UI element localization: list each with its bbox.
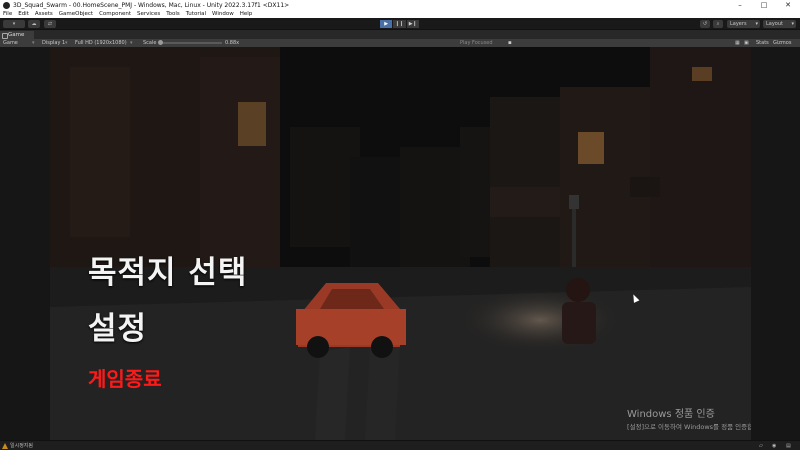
layers-dropdown[interactable]: Layers xyxy=(727,20,760,28)
step-button[interactable]: ▶❙ xyxy=(406,20,419,28)
display-chevron-icon: ▾ xyxy=(65,40,68,46)
collab-button[interactable]: ⇄ xyxy=(44,20,56,28)
resolution-dropdown[interactable]: Full HD (1920x1080) xyxy=(75,39,127,47)
menu-tools[interactable]: Tools xyxy=(166,11,180,17)
warning-icon xyxy=(2,443,8,449)
game-view-toolbar: Game ▾ Display 1 ▾ Full HD (1920x1080) ▾… xyxy=(0,39,800,47)
scale-slider-handle[interactable] xyxy=(158,40,163,45)
windows-activation-watermark: Windows 정품 인증 [설정]으로 이동하여 Windows를 정품 인증… xyxy=(627,405,751,431)
play-focused-dropdown[interactable]: Play Focused xyxy=(460,39,493,47)
frame-debugger-icon[interactable]: ▦ xyxy=(735,39,740,47)
unity-logo-icon xyxy=(3,1,10,9)
title-bar: 3D_Squad_Swarm - 00.HomeScene_PMJ - Wind… xyxy=(0,0,800,10)
status-bar: 일시정지됨 ▱ ◉ ▤ xyxy=(0,440,800,450)
menu-edit[interactable]: Edit xyxy=(18,11,29,17)
step-icon: ▶❙ xyxy=(408,21,417,27)
account-button[interactable]: ▾ xyxy=(3,20,25,28)
gizmos-button[interactable]: Gizmos xyxy=(773,39,791,47)
minimize-button[interactable]: – xyxy=(728,0,752,10)
mute-audio-icon[interactable]: ◾ xyxy=(508,39,512,47)
pause-button[interactable]: ❙❙ xyxy=(393,20,406,28)
pause-icon: ❙❙ xyxy=(395,21,404,27)
maximize-button[interactable]: □ xyxy=(752,0,776,10)
search-icon: ⌕ xyxy=(716,21,720,27)
quit-game-button[interactable]: 게임종료 xyxy=(88,363,162,392)
status-message: 일시정지됨 xyxy=(10,443,34,449)
collab-icon: ⇄ xyxy=(47,21,53,27)
menu-tutorial[interactable]: Tutorial xyxy=(186,11,206,17)
close-button[interactable]: ✕ xyxy=(776,0,800,10)
main-toolbar: ▾ ☁ ⇄ ▶ ❙❙ ▶❙ ↺ ⌕ Layers Layout xyxy=(0,18,800,30)
menu-component[interactable]: Component xyxy=(99,11,131,17)
window-title: 3D_Squad_Swarm - 00.HomeScene_PMJ - Wind… xyxy=(13,1,290,9)
menu-help[interactable]: Help xyxy=(240,11,253,17)
stats-button[interactable]: Stats xyxy=(756,39,769,47)
menu-assets[interactable]: Assets xyxy=(35,11,53,17)
mode-dropdown[interactable]: Game xyxy=(3,39,18,47)
menu-gameobject[interactable]: GameObject xyxy=(59,11,93,17)
menu-bar: File Edit Assets GameObject Component Se… xyxy=(0,10,800,18)
history-icon: ↺ xyxy=(702,21,708,27)
maximize-view-icon[interactable]: ▣ xyxy=(744,39,749,47)
layout-dropdown[interactable]: Layout xyxy=(763,20,796,28)
cloud-button[interactable]: ☁ xyxy=(28,20,40,28)
mode-chevron-icon: ▾ xyxy=(32,40,35,46)
resolution-chevron-icon: ▾ xyxy=(130,40,133,46)
bug-report-icon[interactable]: ▱ xyxy=(759,442,763,450)
account-icon: ▾ xyxy=(12,21,16,27)
menu-file[interactable]: File xyxy=(3,11,12,17)
settings-button[interactable]: 설정 xyxy=(88,303,147,348)
tab-game[interactable]: Game xyxy=(0,31,34,39)
tab-bar: Game xyxy=(0,30,800,39)
play-icon: ▶ xyxy=(384,21,389,27)
display-dropdown[interactable]: Display 1 xyxy=(42,39,65,47)
game-viewport: 목적지 선택 설정 게임종료 Windows 정품 인증 [설정]으로 이동하여… xyxy=(0,47,800,440)
watermark-title: Windows 정품 인증 xyxy=(627,409,715,420)
menu-window[interactable]: Window xyxy=(212,11,234,17)
play-button[interactable]: ▶ xyxy=(380,20,393,28)
menu-services[interactable]: Services xyxy=(137,11,160,17)
scale-slider-track[interactable] xyxy=(162,42,222,44)
scale-label: Scale xyxy=(143,40,157,46)
cloud-icon: ☁ xyxy=(31,21,37,27)
playback-controls: ▶ ❙❙ ▶❙ xyxy=(380,20,420,28)
select-destination-button[interactable]: 목적지 선택 xyxy=(88,247,247,292)
scale-value: 0.88x xyxy=(225,40,240,46)
notifications-icon[interactable]: ▤ xyxy=(786,442,791,450)
undo-history-button[interactable]: ↺ xyxy=(700,20,710,28)
search-button[interactable]: ⌕ xyxy=(713,20,723,28)
watermark-subtitle: [설정]으로 이동하여 Windows를 정품 인증합니다. xyxy=(627,423,751,431)
game-render-area[interactable]: 목적지 선택 설정 게임종료 Windows 정품 인증 [설정]으로 이동하여… xyxy=(50,47,751,440)
progress-icon[interactable]: ◉ xyxy=(772,442,776,450)
